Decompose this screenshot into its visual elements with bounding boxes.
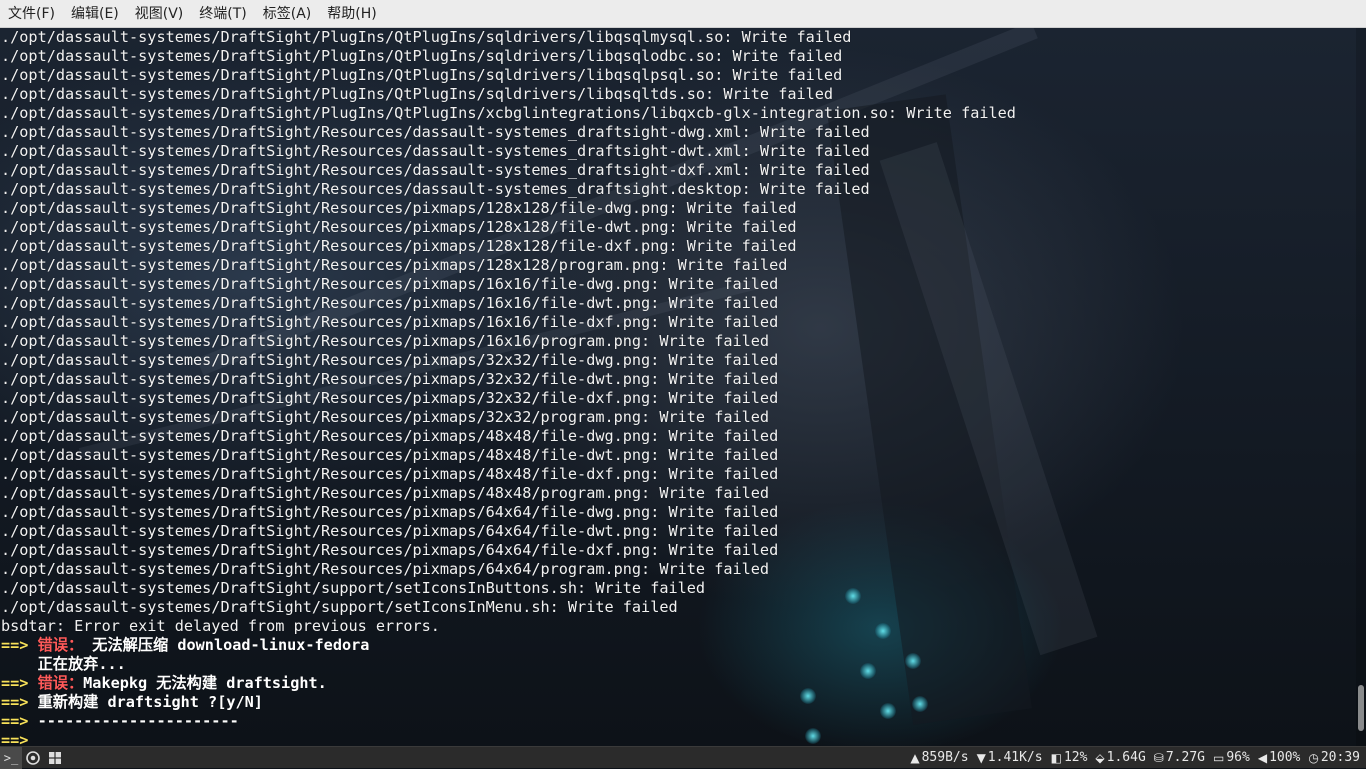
terminal-line: ./opt/dassault-systemes/DraftSight/PlugI… [1,104,1016,122]
terminal-output[interactable]: ./opt/dassault-systemes/DraftSight/PlugI… [0,28,1356,746]
arrow-marker: ==> [1,712,29,730]
disk-usage: ⛁ 7.27G [1154,750,1205,765]
terminal-line: ./opt/dassault-systemes/DraftSight/suppo… [1,579,706,597]
battery-value: 96% [1226,750,1250,765]
terminal-line: ./opt/dassault-systemes/DraftSight/Resou… [1,484,770,502]
volume-status[interactable]: ◀ 100% [1258,750,1301,765]
error-label: 错误： [28,636,84,654]
error-message: 无法解压缩 download-linux-fedora [83,636,370,654]
terminal-line: ./opt/dassault-systemes/DraftSight/Resou… [1,446,779,464]
terminal-line: ./opt/dassault-systemes/DraftSight/Resou… [1,408,770,426]
disk-icon: ⛁ [1153,750,1164,765]
cpu-icon: ◧ [1050,750,1062,765]
terminal-line: ./opt/dassault-systemes/DraftSight/Resou… [1,465,779,483]
terminal-line: ./opt/dassault-systemes/DraftSight/Resou… [1,161,870,179]
terminal-line: ./opt/dassault-systemes/DraftSight/Resou… [1,503,779,521]
terminal-line: ./opt/dassault-systemes/DraftSight/Resou… [1,218,797,236]
download-arrow-icon: ▼ [976,750,986,765]
terminal-line: ./opt/dassault-systemes/DraftSight/Resou… [1,389,779,407]
error-label: 错误： [28,674,84,692]
disk-value: 7.27G [1165,750,1205,765]
clock-icon: ◷ [1308,750,1319,765]
terminal-line: ./opt/dassault-systemes/DraftSight/Resou… [1,180,870,198]
upload-speed: ▲ 859B/s [910,750,968,765]
upload-value: 859B/s [921,750,969,765]
menu-file[interactable]: 文件(F) [0,0,63,28]
terminal-log: ./opt/dassault-systemes/DraftSight/PlugI… [0,28,1356,636]
arrow-marker: ==> [1,636,29,654]
terminal-line: ./opt/dassault-systemes/DraftSight/Resou… [1,332,770,350]
terminal-line: ./opt/dassault-systemes/DraftSight/Resou… [1,275,779,293]
taskbar: >_ ▲ 859B/s ▼ 1.41K/s ◧ 12% ⬙ 1.64G ⛁ 7.27G ▭… [0,746,1366,769]
error-line-extract: ==> 错误： 无法解压缩 download-linux-fedora [0,636,1356,655]
battery-icon: ▭ [1213,750,1225,765]
volume-value: 100% [1269,750,1301,765]
memory-icon: ⬙ [1095,750,1105,765]
cpu-value: 12% [1063,750,1088,765]
terminal-line: ./opt/dassault-systemes/DraftSight/Resou… [1,294,779,312]
battery-status[interactable]: ▭ 96% [1213,750,1250,765]
terminal-line: ./opt/dassault-systemes/DraftSight/Resou… [1,237,797,255]
error-message: Makepkg 无法构建 draftsight. [83,674,327,692]
error-line-build: ==> 错误：Makepkg 无法构建 draftsight. [0,674,1356,693]
terminal-line: ./opt/dassault-systemes/DraftSight/Resou… [1,142,870,160]
chrome-icon[interactable] [22,747,44,769]
download-value: 1.41K/s [987,750,1043,765]
terminal-line: ./opt/dassault-systemes/DraftSight/Resou… [1,522,779,540]
menu-help[interactable]: 帮助(H) [319,0,384,28]
upload-arrow-icon: ▲ [910,750,920,765]
terminal-menubar: 文件(F) 编辑(E) 视图(V) 终端(T) 标签(A) 帮助(H) [0,0,1366,28]
memory-value: 1.64G [1106,750,1146,765]
arrow-marker: ==> [1,674,29,692]
terminal-scrollbar[interactable] [1356,28,1366,746]
terminal-line: ./opt/dassault-systemes/DraftSight/PlugI… [1,66,843,84]
terminal-line: ./opt/dassault-systemes/DraftSight/Resou… [1,313,779,331]
abort-line: 正在放弃... [1,655,126,673]
terminal-line: bsdtar: Error exit delayed from previous… [1,617,440,635]
rebuild-prompt-line: ==> 重新构建 draftsight ?[y/N] [0,693,1356,712]
terminal-line: ./opt/dassault-systemes/DraftSight/suppo… [1,598,678,616]
terminal-line: ./opt/dassault-systemes/DraftSight/Resou… [1,351,779,369]
windows-icon[interactable] [44,747,66,769]
menu-terminal[interactable]: 终端(T) [191,0,254,28]
separator-line: ==> ---------------------- [0,712,1356,731]
terminal-line: ./opt/dassault-systemes/DraftSight/Resou… [1,427,779,445]
terminal-line: ./opt/dassault-systemes/DraftSight/Resou… [1,123,870,141]
arrow-marker: ==> [1,731,29,746]
separator-text: ---------------------- [28,712,239,730]
terminal-line: ./opt/dassault-systemes/DraftSight/PlugI… [1,47,843,65]
menu-tabs[interactable]: 标签(A) [255,0,320,28]
terminal-launcher-icon[interactable]: >_ [0,746,22,769]
scrollbar-thumb[interactable] [1358,685,1364,731]
terminal-line: ./opt/dassault-systemes/DraftSight/PlugI… [1,85,834,103]
input-line[interactable]: ==> [0,731,1356,746]
clock-value: 20:39 [1320,750,1360,765]
terminal-line: ./opt/dassault-systemes/DraftSight/Resou… [1,560,770,578]
prompt-message: 重新构建 draftsight ?[y/N] [28,693,263,711]
menu-edit[interactable]: 编辑(E) [63,0,127,28]
clock[interactable]: ◷ 20:39 [1308,750,1360,765]
terminal-line: ./opt/dassault-systemes/DraftSight/Resou… [1,541,779,559]
terminal-line: ./opt/dassault-systemes/DraftSight/Resou… [1,256,788,274]
terminal-line: ./opt/dassault-systemes/DraftSight/PlugI… [1,28,852,46]
speaker-icon: ◀ [1257,750,1268,765]
arrow-marker: ==> [1,693,29,711]
terminal-line: ./opt/dassault-systemes/DraftSight/Resou… [1,370,779,388]
download-speed: ▼ 1.41K/s [977,750,1043,765]
menu-view[interactable]: 视图(V) [127,0,192,28]
memory-usage: ⬙ 1.64G [1095,750,1145,765]
cpu-usage: ◧ 12% [1051,750,1088,765]
terminal-line: ./opt/dassault-systemes/DraftSight/Resou… [1,199,797,217]
